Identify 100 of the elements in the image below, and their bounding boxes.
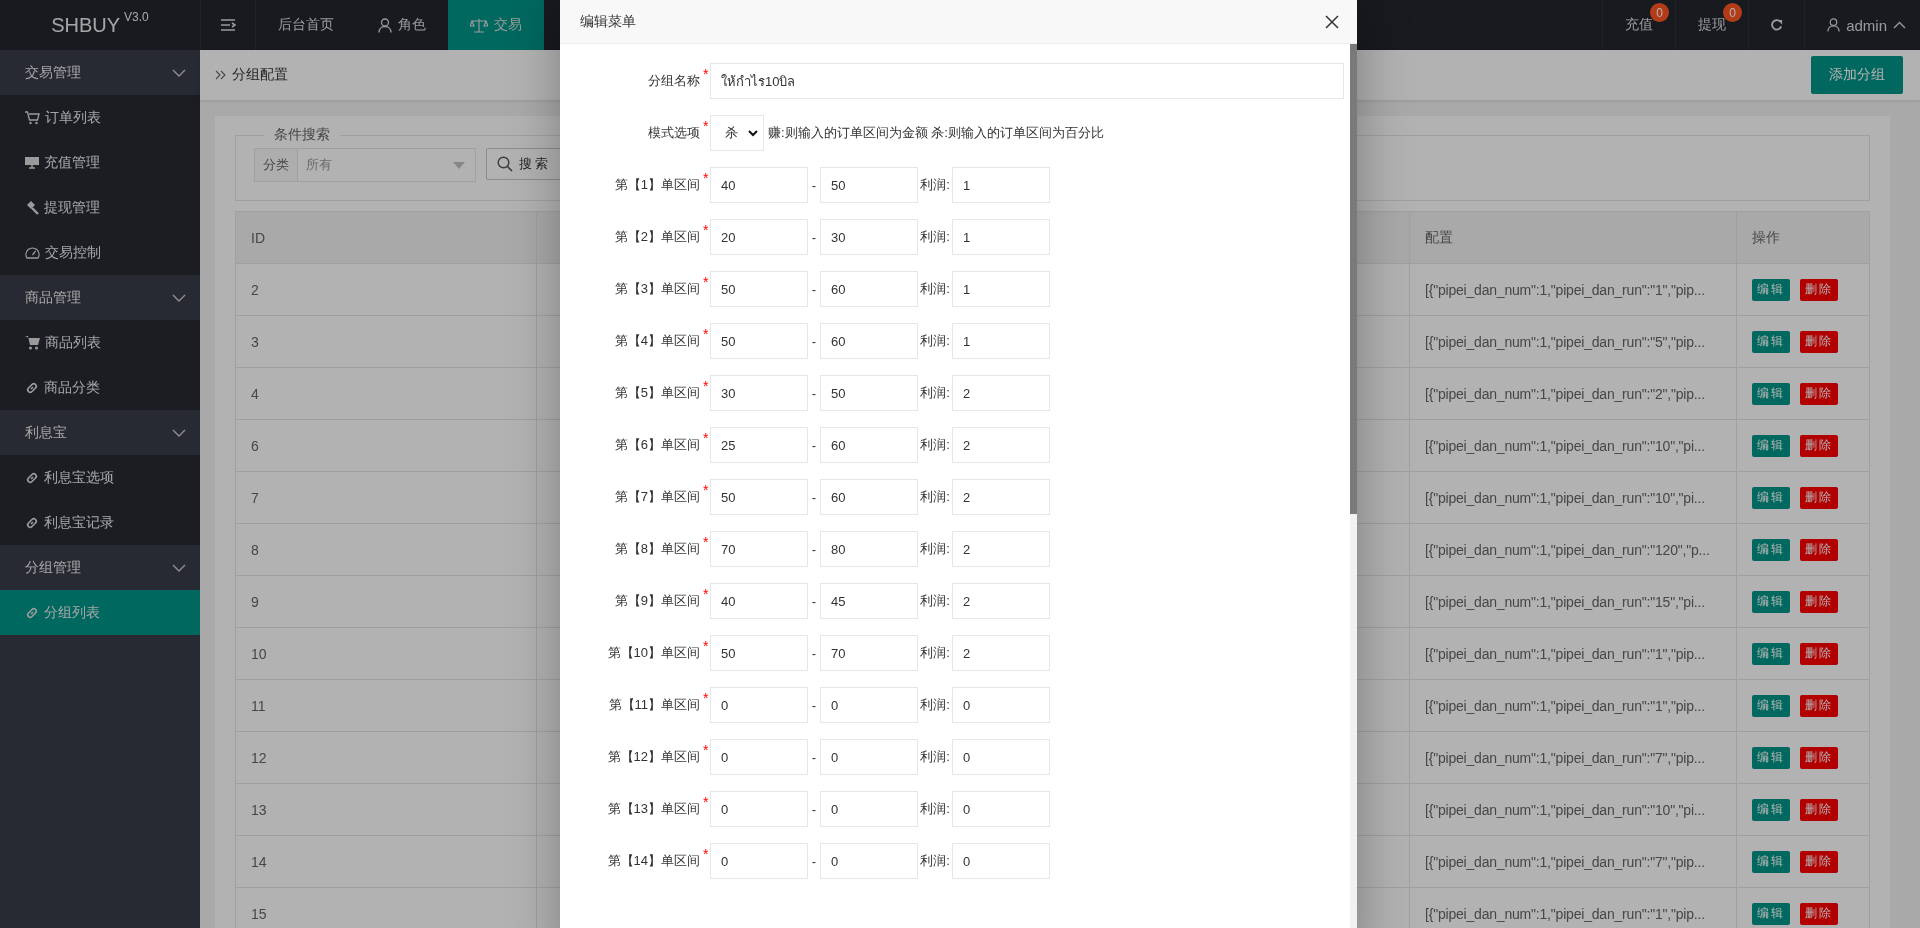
table-cell: [{"pipei_dan_num":1,"pipei_dan_run":"7","pip... xyxy=(1410,732,1737,783)
range-start-field[interactable]: 50 xyxy=(710,479,808,515)
link-icon xyxy=(25,380,39,395)
range-start-field[interactable]: 50 xyxy=(710,635,808,671)
range-end-field[interactable]: 0 xyxy=(820,687,918,723)
delete-button[interactable]: 删除 xyxy=(1800,434,1838,457)
search-button[interactable]: 搜索 xyxy=(486,148,562,180)
delete-button[interactable]: 删除 xyxy=(1800,798,1838,821)
chevron-icon xyxy=(748,129,758,137)
table-cell: [{"pipei_dan_num":1,"pipei_dan_run":"1","pip... xyxy=(1410,680,1737,731)
range-end-field[interactable]: 70 xyxy=(820,635,918,671)
profit-field[interactable]: 2 xyxy=(952,375,1050,411)
range-start-field[interactable]: 30 xyxy=(710,375,808,411)
delete-button[interactable]: 删除 xyxy=(1800,590,1838,613)
profit-field[interactable]: 0 xyxy=(952,739,1050,775)
table-cell: [{"pipei_dan_num":1,"pipei_dan_run":"1","pip... xyxy=(1410,888,1737,928)
profit-field[interactable]: 1 xyxy=(952,219,1050,255)
required-mark: * xyxy=(703,274,710,290)
profit-field[interactable]: 0 xyxy=(952,791,1050,827)
sidebar-item[interactable]: 订单列表 xyxy=(0,95,200,140)
range-start-field[interactable]: 25 xyxy=(710,427,808,463)
sidebar-group[interactable]: 交易管理 xyxy=(0,50,200,95)
range-start-field[interactable]: 40 xyxy=(710,583,808,619)
mode-select[interactable]: 杀 xyxy=(710,115,764,151)
category-select[interactable]: 分类 所有 xyxy=(254,148,476,182)
range-start-field[interactable]: 50 xyxy=(710,323,808,359)
gauge-icon xyxy=(25,246,40,259)
profit-field[interactable]: 2 xyxy=(952,531,1050,567)
sidebar-item[interactable]: 交易控制 xyxy=(0,230,200,275)
profit-field[interactable]: 1 xyxy=(952,271,1050,307)
required-mark: * xyxy=(703,742,710,758)
range-dash: - xyxy=(810,177,818,193)
range-start-field[interactable]: 70 xyxy=(710,531,808,567)
sidebar-item[interactable]: 充值管理 xyxy=(0,140,200,185)
profit-field[interactable]: 2 xyxy=(952,635,1050,671)
range-end-field[interactable]: 60 xyxy=(820,323,918,359)
profit-field[interactable]: 2 xyxy=(952,583,1050,619)
delete-button[interactable]: 删除 xyxy=(1800,850,1838,873)
range-end-field[interactable]: 30 xyxy=(820,219,918,255)
profit-field[interactable]: 0 xyxy=(952,843,1050,879)
range-start-field[interactable]: 0 xyxy=(710,791,808,827)
profit-field[interactable]: 0 xyxy=(952,687,1050,723)
close-icon[interactable] xyxy=(1323,12,1341,31)
delete-button[interactable]: 删除 xyxy=(1800,746,1838,769)
range-end-field[interactable]: 50 xyxy=(820,375,918,411)
delete-button[interactable]: 删除 xyxy=(1800,538,1838,561)
profit-field[interactable]: 2 xyxy=(952,427,1050,463)
monitor-icon xyxy=(25,156,39,169)
delete-button[interactable]: 删除 xyxy=(1800,694,1838,717)
sidebar-group[interactable]: 分组管理 xyxy=(0,545,200,590)
field-label: 第【3】单区间 xyxy=(613,280,700,298)
range-end-field[interactable]: 60 xyxy=(820,479,918,515)
delete-button[interactable]: 删除 xyxy=(1800,278,1838,301)
range-start-field[interactable]: 20 xyxy=(710,219,808,255)
table-cell: 10 xyxy=(236,628,537,679)
group-name-field[interactable]: ให้กำไร10บิล xyxy=(710,63,1344,99)
sidebar-item[interactable]: 提现管理 xyxy=(0,185,200,230)
required-mark: * xyxy=(703,170,710,186)
sidebar-group[interactable]: 商品管理 xyxy=(0,275,200,320)
range-start-field[interactable]: 40 xyxy=(710,167,808,203)
range-dash: - xyxy=(810,281,818,297)
field-label: 第【1】单区间 xyxy=(613,176,700,194)
profit-field[interactable]: 2 xyxy=(952,479,1050,515)
sidebar-group[interactable]: 利息宝 xyxy=(0,410,200,455)
sidebar-item[interactable]: 利息宝记录 xyxy=(0,500,200,545)
delete-button[interactable]: 删除 xyxy=(1800,486,1838,509)
profit-field[interactable]: 1 xyxy=(952,323,1050,359)
field-label: 第【14】单区间 xyxy=(606,852,700,870)
sidebar-item[interactable]: 利息宝选项 xyxy=(0,455,200,500)
range-dash: - xyxy=(810,489,818,505)
range-end-field[interactable]: 0 xyxy=(820,791,918,827)
range-dash: - xyxy=(810,385,818,401)
profit-label: 利润: xyxy=(919,748,951,766)
scrollbar[interactable] xyxy=(1350,44,1357,928)
delete-button[interactable]: 删除 xyxy=(1800,330,1838,353)
range-start-field[interactable]: 0 xyxy=(710,687,808,723)
range-end-field[interactable]: 45 xyxy=(820,583,918,619)
delete-button[interactable]: 删除 xyxy=(1800,902,1838,925)
range-start-field[interactable]: 0 xyxy=(710,843,808,879)
profit-field[interactable]: 1 xyxy=(952,167,1050,203)
table-cell: 3 xyxy=(236,316,537,367)
table-cell: [{"pipei_dan_num":1,"pipei_dan_run":"1","pip... xyxy=(1410,264,1737,315)
range-dash: - xyxy=(810,801,818,817)
hammer-icon xyxy=(25,200,39,215)
field-label: 第【10】单区间 xyxy=(606,644,700,662)
delete-button[interactable]: 删除 xyxy=(1800,642,1838,665)
range-start-field[interactable]: 50 xyxy=(710,271,808,307)
table-cell: 7 xyxy=(236,472,537,523)
range-end-field[interactable]: 80 xyxy=(820,531,918,567)
range-end-field[interactable]: 0 xyxy=(820,739,918,775)
range-end-field[interactable]: 0 xyxy=(820,843,918,879)
nav-tab[interactable]: 角色 xyxy=(356,0,448,50)
delete-button[interactable]: 删除 xyxy=(1800,382,1838,405)
range-end-field[interactable]: 50 xyxy=(820,167,918,203)
sidebar-item[interactable]: 商品列表 xyxy=(0,320,200,365)
range-end-field[interactable]: 60 xyxy=(820,271,918,307)
range-start-field[interactable]: 0 xyxy=(710,739,808,775)
nav-tab[interactable]: 后台首页 xyxy=(256,0,356,50)
sidebar-item[interactable]: 商品分类 xyxy=(0,365,200,410)
range-end-field[interactable]: 60 xyxy=(820,427,918,463)
